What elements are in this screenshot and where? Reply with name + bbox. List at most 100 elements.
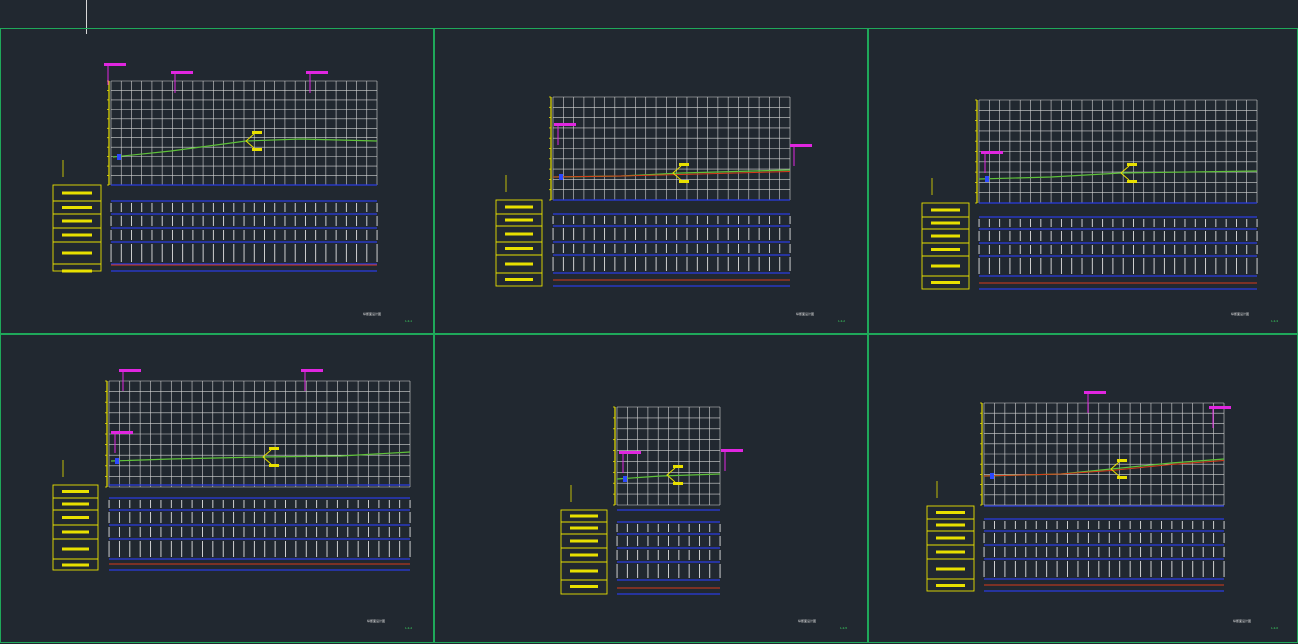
drawing-sheet-4[interactable]: 纵断面设计图 1-3-4 [0, 334, 434, 643]
table-value [274, 541, 276, 557]
table-value [222, 541, 224, 557]
structure-marker [115, 458, 119, 464]
table-value [647, 564, 649, 578]
drawing-sheet-1[interactable]: 纵断面设计图 1-3-1 [0, 28, 434, 334]
table-value [657, 550, 659, 560]
table-value [151, 244, 153, 262]
table-value [233, 512, 235, 523]
table-value [1004, 547, 1006, 557]
table-value [758, 257, 760, 271]
table-value [357, 512, 359, 523]
table-value [779, 244, 781, 253]
table-value [1140, 547, 1142, 557]
table-value [1153, 219, 1155, 227]
table-value [573, 257, 575, 271]
table-value [129, 541, 131, 557]
table-value [233, 230, 235, 240]
table-value [366, 244, 368, 262]
table-value [994, 547, 995, 557]
table-value [655, 244, 657, 253]
table-value [1213, 547, 1215, 557]
table-value [1194, 245, 1196, 254]
table-value [118, 527, 120, 537]
table-value [1129, 533, 1131, 543]
drawing-sheet-6[interactable]: 纵断面设计图 1-3-6 [868, 334, 1298, 643]
table-value [647, 524, 649, 532]
table-value [1087, 547, 1089, 557]
table-value [325, 230, 327, 240]
table-value [614, 244, 616, 253]
table-value [264, 512, 266, 523]
table-value [325, 216, 327, 226]
table-value [1256, 219, 1258, 227]
table-value [171, 203, 173, 212]
table-value [222, 527, 224, 537]
table-value [284, 216, 286, 226]
table-value [326, 527, 328, 537]
table-value [779, 228, 781, 240]
table-value [1108, 547, 1110, 557]
table-value [202, 512, 203, 523]
table-value [624, 228, 626, 240]
table-value [655, 257, 657, 271]
curve-label [269, 464, 279, 467]
table-value [738, 244, 739, 253]
table-value [616, 564, 618, 578]
profile-drawing [52, 63, 378, 273]
cad-drawing-canvas[interactable]: 纵断面设计图 1-3-1 纵断面设计图 1-3-2 纵断面设计图 1-3-3 纵… [0, 0, 1298, 643]
table-value [678, 564, 680, 578]
table-value [562, 228, 564, 240]
table-value [657, 536, 659, 546]
table-value [624, 244, 626, 253]
table-value [719, 524, 721, 532]
sheet-number: 1-3-4 [405, 626, 413, 630]
table-value [1081, 219, 1083, 227]
table-value [191, 541, 193, 557]
ground-profile-line [110, 451, 411, 462]
table-value [1160, 533, 1162, 543]
table-value [284, 230, 286, 240]
table-value [709, 524, 711, 532]
table-value [274, 500, 276, 508]
table-value [665, 228, 667, 240]
table-value [325, 203, 327, 212]
table-value [1098, 521, 1100, 529]
table-value [378, 527, 380, 537]
table-value [665, 216, 667, 224]
table-value [717, 228, 719, 240]
table-row-label [936, 511, 965, 514]
table-value [366, 203, 368, 212]
table-value [1091, 258, 1093, 274]
drawing-sheet-2[interactable]: 纵断面设计图 1-3-2 [434, 28, 868, 334]
curve-label [1127, 180, 1137, 183]
table-value [1225, 245, 1227, 254]
table-value [635, 244, 636, 253]
drawing-sheet-3[interactable]: 纵断面设计图 1-3-3 [868, 28, 1298, 334]
sheet-title: 纵断面设计图 [798, 619, 817, 623]
table-row-label [570, 585, 598, 588]
table-value [562, 244, 564, 253]
table-value [131, 230, 132, 240]
structure-annotation [104, 63, 126, 66]
table-value [696, 257, 698, 271]
table-value [999, 245, 1001, 254]
table-value [376, 230, 378, 240]
table-value [1122, 231, 1124, 241]
table-row-label [505, 262, 533, 266]
table-value [709, 564, 711, 578]
table-value [552, 228, 554, 240]
table-value [616, 524, 618, 532]
drawing-sheet-5[interactable]: 纵断面设计图 1-3-5 [434, 334, 868, 643]
table-value [647, 550, 649, 560]
table-value [294, 216, 296, 226]
table-value [1143, 219, 1145, 227]
table-value [1035, 547, 1037, 557]
table-value [1025, 561, 1027, 577]
table-value [1050, 258, 1052, 274]
table-value [604, 228, 606, 240]
table-value [223, 216, 225, 226]
table-value [110, 244, 112, 262]
table-value [1060, 258, 1062, 274]
table-row-label [505, 218, 533, 222]
structure-annotation [111, 431, 133, 434]
